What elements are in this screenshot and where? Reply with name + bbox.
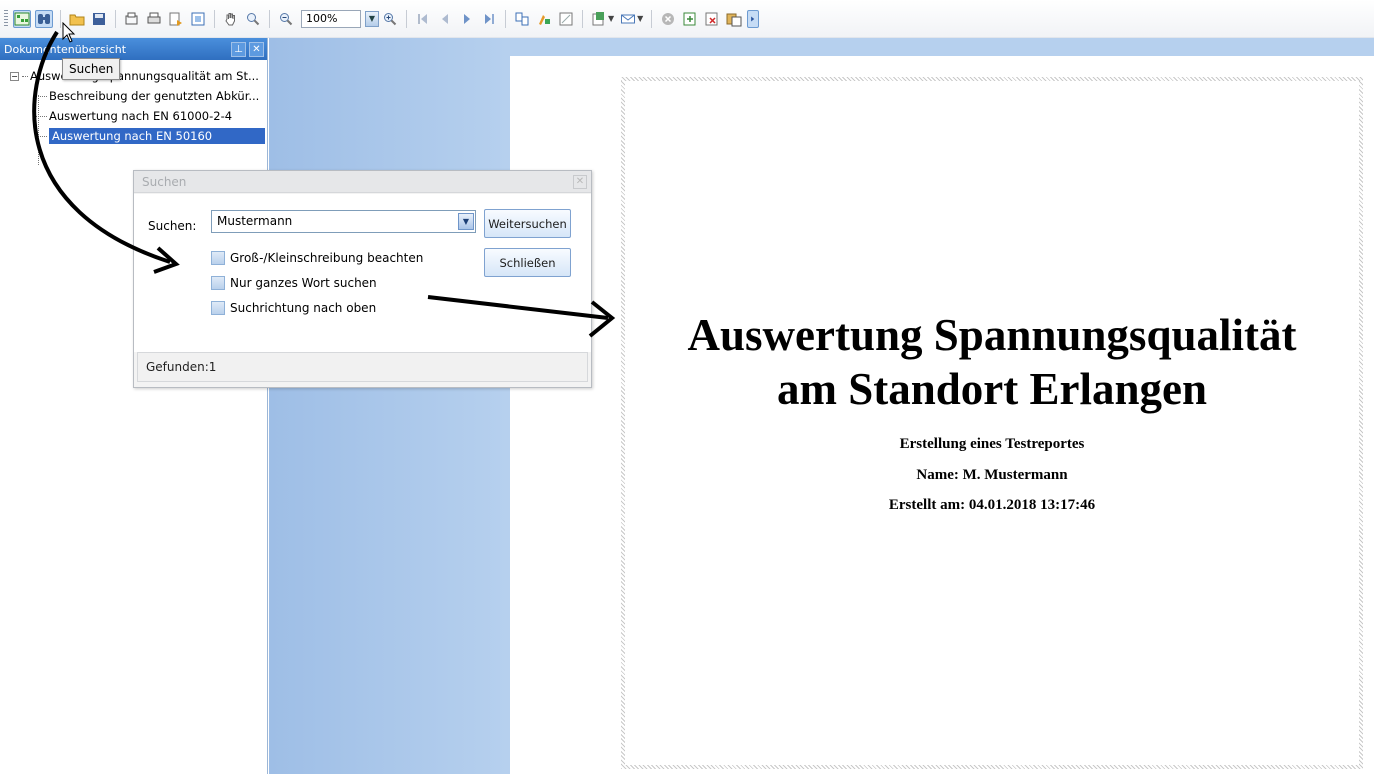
print-setup-icon[interactable] bbox=[123, 10, 141, 28]
search-tooltip: Suchen bbox=[62, 58, 121, 80]
toolbar-separator bbox=[269, 9, 270, 28]
toolbar-separator bbox=[115, 9, 116, 28]
chevron-down-icon[interactable]: ▼ bbox=[458, 213, 474, 230]
search-up-checkbox[interactable] bbox=[211, 301, 225, 315]
close-document-icon[interactable] bbox=[703, 10, 721, 28]
copy-icon[interactable] bbox=[725, 10, 743, 28]
open-document-icon[interactable] bbox=[681, 10, 699, 28]
report-title-line1: Auswertung Spannungsqualität bbox=[687, 310, 1297, 360]
search-dialog-title: Suchen bbox=[142, 174, 187, 189]
tree-item-label: Auswertung nach EN 61000-2-4 bbox=[49, 109, 233, 123]
match-case-option[interactable]: Groß-/Kleinschreibung beachten bbox=[211, 251, 423, 265]
search-label: Suchen: bbox=[148, 219, 197, 233]
page-setup-icon[interactable] bbox=[189, 10, 207, 28]
first-page-icon[interactable] bbox=[414, 10, 432, 28]
toolbar-separator bbox=[505, 9, 506, 28]
print-icon[interactable] bbox=[145, 10, 163, 28]
collapse-icon[interactable]: − bbox=[10, 71, 19, 81]
tree-item-abbreviations[interactable]: Beschreibung der genutzten Abkür... bbox=[0, 86, 267, 106]
whole-word-option[interactable]: Nur ganzes Wort suchen bbox=[211, 276, 377, 290]
toolbar-separator bbox=[60, 9, 61, 28]
chevron-down-icon[interactable]: ▼ bbox=[637, 14, 643, 23]
search-query: Mustermann bbox=[217, 214, 293, 228]
match-case-label: Groß-/Kleinschreibung beachten bbox=[230, 251, 424, 265]
email-dropdown-icon[interactable] bbox=[619, 10, 637, 28]
toolbar: 100% ▼ ▼ ▼ bbox=[0, 0, 1374, 38]
tree-connector bbox=[35, 135, 47, 137]
find-next-button[interactable]: Weitersuchen bbox=[484, 209, 571, 238]
search-up-label: Suchrichtung nach oben bbox=[230, 301, 377, 315]
document-outline-panel: Dokumentenübersicht ⊥ ✕ − Auswertung Spa… bbox=[0, 38, 268, 774]
zoom-out-icon[interactable] bbox=[277, 10, 295, 28]
zoom-input[interactable]: 100% bbox=[301, 9, 361, 28]
watermark-icon[interactable] bbox=[557, 10, 575, 28]
toolbar-separator bbox=[406, 9, 407, 28]
report-title: Auswertung Spannungsqualität am Standort… bbox=[617, 308, 1367, 416]
document-map-icon[interactable] bbox=[13, 9, 31, 28]
tree-connector bbox=[22, 75, 28, 77]
close-icon[interactable]: ✕ bbox=[249, 41, 264, 57]
search-up-option[interactable]: Suchrichtung nach oben bbox=[211, 301, 376, 315]
report-title-line2: am Standort Erlangen bbox=[776, 364, 1208, 414]
search-status-bar: Gefunden:1 bbox=[137, 352, 588, 382]
next-page-icon[interactable] bbox=[458, 10, 476, 28]
toolbar-separator bbox=[582, 9, 583, 28]
outline-tree: − Auswertung Spannungsqualität am St... … bbox=[0, 60, 267, 165]
search-dialog: Suchen ✕ Suchen: Mustermann ▼ Weitersuch… bbox=[133, 170, 592, 388]
toolbar-grip[interactable] bbox=[4, 9, 8, 28]
close-button[interactable]: Schließen bbox=[484, 248, 571, 277]
report-subtitle: Erstellung eines Testreportes bbox=[899, 436, 1085, 452]
search-dialog-titlebar[interactable]: Suchen ✕ bbox=[134, 171, 591, 193]
zoom-dropdown-icon[interactable]: ▼ bbox=[365, 10, 379, 27]
search-icon[interactable] bbox=[35, 9, 53, 28]
document-outline-title: Dokumentenübersicht bbox=[4, 42, 127, 56]
chevron-down-icon[interactable]: ▼ bbox=[608, 14, 614, 23]
toolbar-separator bbox=[214, 9, 215, 28]
tree-connector bbox=[38, 95, 39, 165]
tree-item-label: Auswertung nach EN 50160 bbox=[49, 128, 265, 144]
export-dropdown-icon[interactable] bbox=[590, 10, 608, 28]
search-status-text: Gefunden:1 bbox=[146, 360, 217, 374]
multiple-pages-icon[interactable] bbox=[513, 10, 531, 28]
color-icon[interactable] bbox=[535, 10, 553, 28]
stop-icon[interactable] bbox=[659, 10, 677, 28]
export-icon[interactable] bbox=[167, 10, 185, 28]
search-dialog-body: Suchen: Mustermann ▼ Weitersuchen Schlie… bbox=[134, 194, 591, 352]
close-icon[interactable]: ✕ bbox=[573, 174, 587, 189]
report-created-date: Erstellt am: 04.01.2018 13:17:46 bbox=[888, 497, 1096, 513]
toolbar-separator bbox=[651, 9, 653, 28]
tree-item-en-50160[interactable]: Auswertung nach EN 50160 bbox=[0, 126, 267, 146]
save-icon[interactable] bbox=[90, 10, 108, 28]
whole-word-checkbox[interactable] bbox=[211, 276, 225, 290]
zoom-tool-icon[interactable] bbox=[244, 10, 262, 28]
tree-item-root[interactable]: − Auswertung Spannungsqualität am St... bbox=[0, 66, 267, 86]
zoom-in-icon[interactable] bbox=[381, 10, 399, 28]
document-outline-header: Dokumentenübersicht ⊥ ✕ bbox=[0, 38, 267, 60]
pin-icon[interactable]: ⊥ bbox=[231, 41, 246, 57]
search-input[interactable]: Mustermann ▼ bbox=[211, 210, 476, 233]
tree-item-label: Beschreibung der genutzten Abkür... bbox=[49, 89, 260, 103]
hand-icon[interactable] bbox=[222, 10, 240, 28]
tree-connector bbox=[35, 95, 47, 97]
tree-connector bbox=[35, 115, 47, 117]
whole-word-label: Nur ganzes Wort suchen bbox=[230, 276, 377, 290]
report-author: Name: M. Mustermann bbox=[916, 467, 1068, 483]
match-case-checkbox[interactable] bbox=[211, 251, 225, 265]
tree-item-en-61000-2-4[interactable]: Auswertung nach EN 61000-2-4 bbox=[0, 106, 267, 126]
previous-page-icon[interactable] bbox=[436, 10, 454, 28]
page-border bbox=[617, 73, 1367, 773]
mouse-cursor-icon bbox=[62, 22, 76, 43]
overflow-icon[interactable] bbox=[747, 9, 760, 28]
last-page-icon[interactable] bbox=[480, 10, 498, 28]
